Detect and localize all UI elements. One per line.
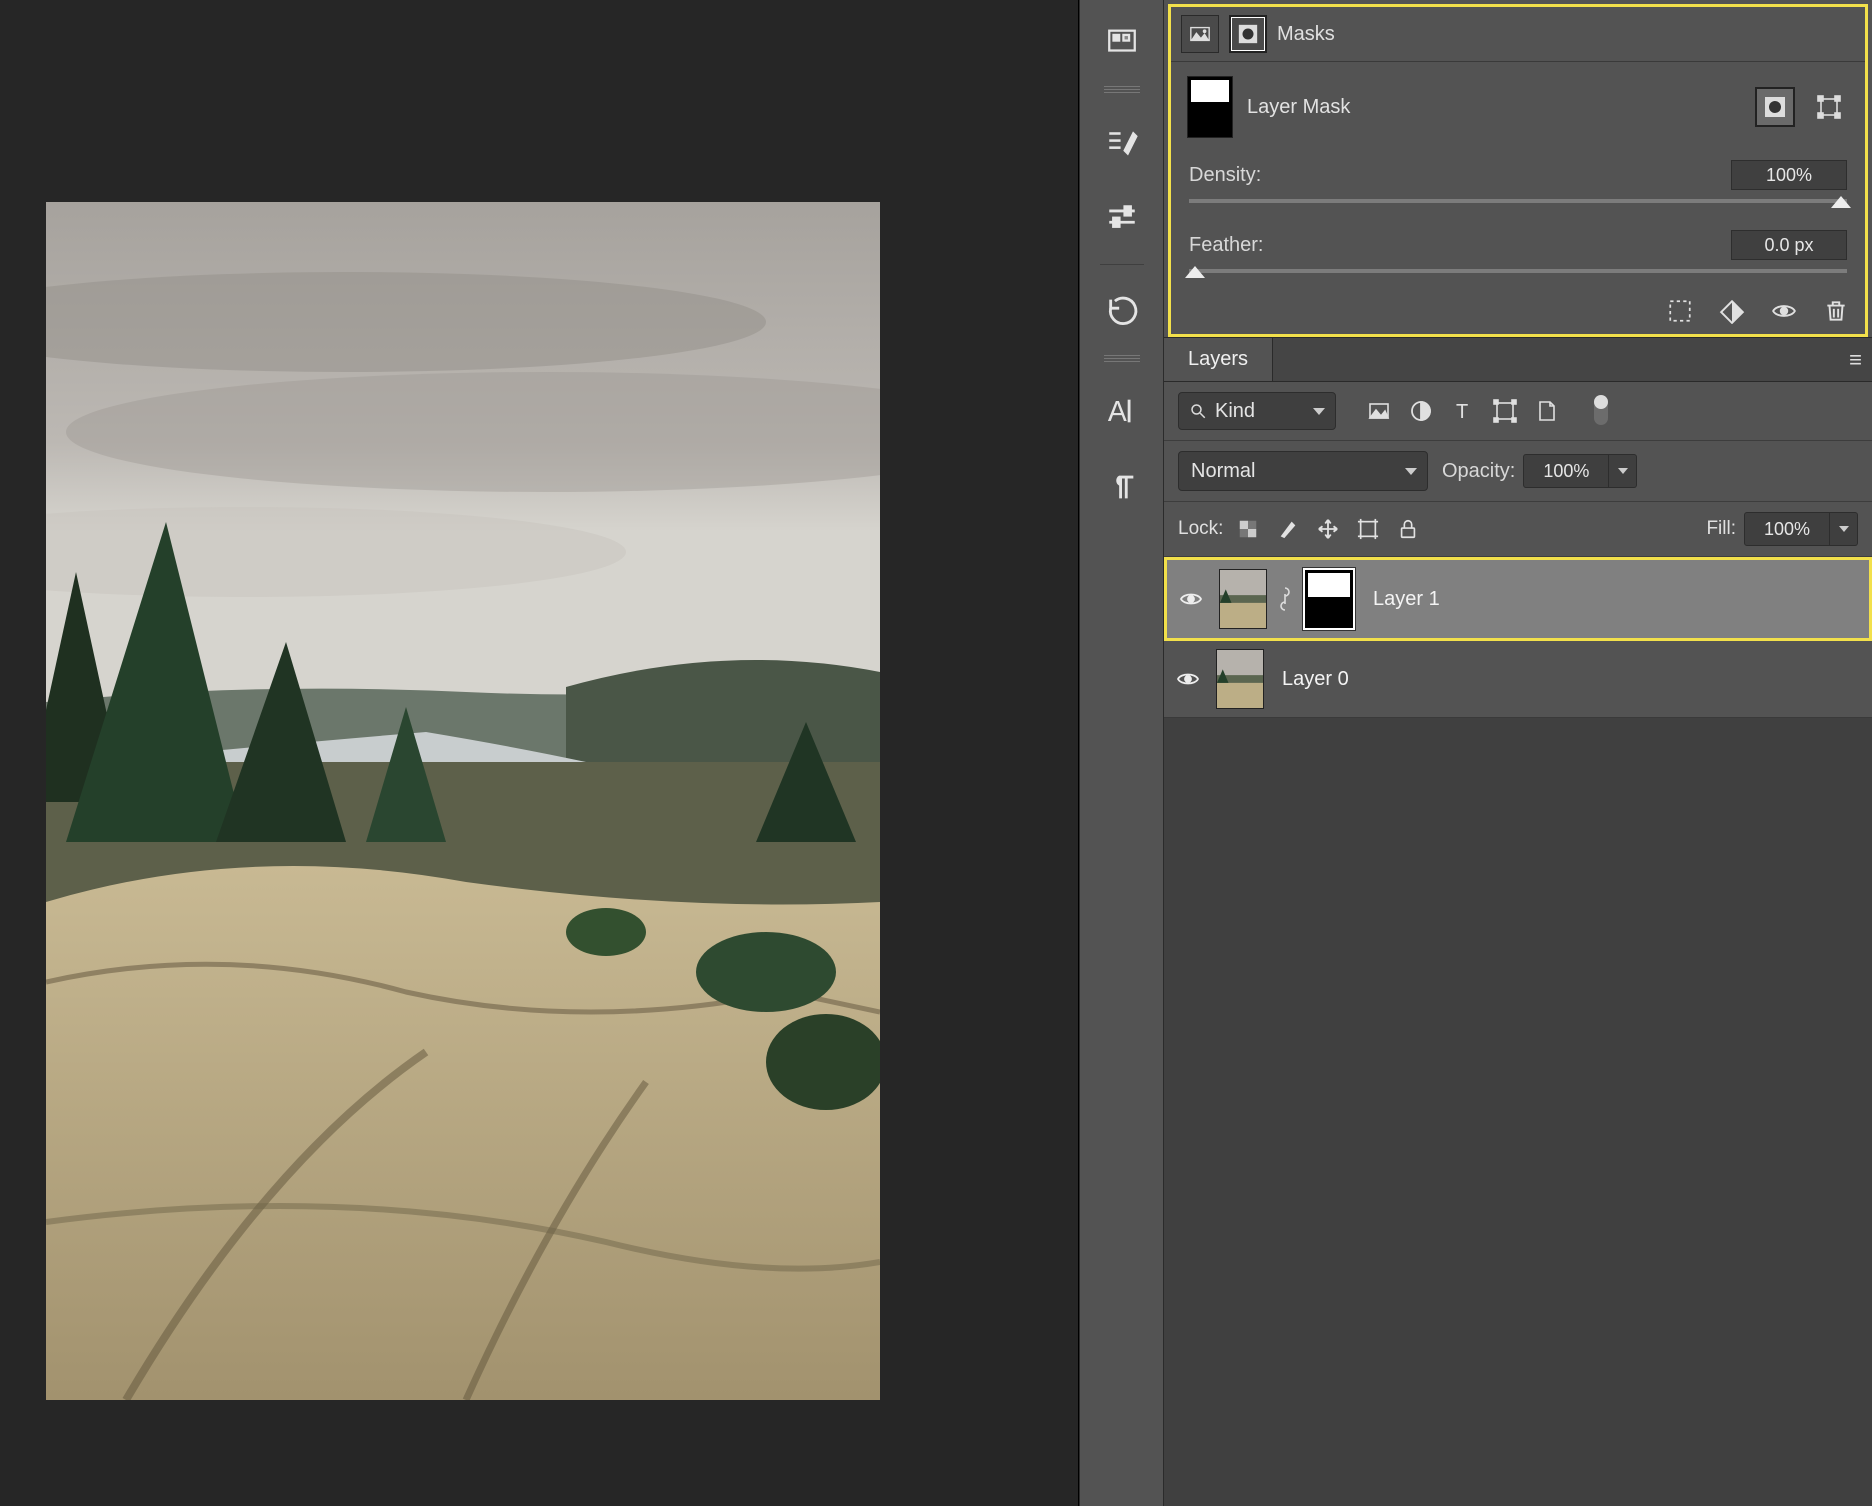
lock-pixels-icon[interactable] (1275, 516, 1301, 542)
layer-visibility-toggle[interactable] (1177, 585, 1205, 613)
fill-input[interactable] (1744, 512, 1830, 546)
filter-shape-icon[interactable] (1492, 398, 1518, 424)
fill-label: Fill: (1706, 518, 1736, 540)
panel-drag-handle[interactable] (1100, 86, 1144, 94)
filter-adjustment-icon[interactable] (1408, 398, 1434, 424)
filter-kind-label: Kind (1215, 400, 1255, 423)
masks-title: Masks (1277, 23, 1335, 46)
svg-text:T: T (1456, 401, 1468, 423)
blend-mode-select[interactable]: Normal (1178, 451, 1428, 491)
lock-label: Lock: (1178, 518, 1223, 540)
filter-smartobject-icon[interactable] (1534, 398, 1560, 424)
lock-artboard-icon[interactable] (1355, 516, 1381, 542)
masks-properties-panel: Masks Layer Mask Density: (1168, 4, 1868, 337)
layer-list: Layer 1 Layer 0 (1164, 557, 1872, 1506)
vector-mask-mode[interactable] (1229, 15, 1267, 53)
layer-mask-link-icon[interactable] (1277, 584, 1293, 614)
filter-type-icon[interactable]: T (1450, 398, 1476, 424)
lock-transparency-icon[interactable] (1235, 516, 1261, 542)
filter-toggle[interactable] (1594, 397, 1608, 425)
fill-dropdown[interactable] (1830, 512, 1858, 546)
layer-mask-label: Layer Mask (1247, 96, 1350, 119)
layers-tab-bar: Layers ≡ (1164, 337, 1872, 382)
svg-text:A: A (1107, 396, 1126, 428)
layer-name: Layer 0 (1282, 668, 1349, 691)
panel-menu-icon[interactable]: ≡ (1839, 347, 1872, 373)
feather-slider[interactable] (1189, 266, 1847, 284)
adjustments-icon[interactable] (1094, 190, 1150, 246)
layer-thumbnail[interactable] (1216, 649, 1264, 709)
density-input[interactable] (1731, 160, 1847, 190)
list-brush-icon[interactable] (1094, 114, 1150, 170)
panel-drag-handle[interactable] (1100, 355, 1144, 363)
mask-selection-icon[interactable] (1665, 296, 1695, 326)
layer-filter-kind-select[interactable]: Kind (1178, 392, 1336, 430)
layer-item-1[interactable]: Layer 1 (1164, 557, 1872, 641)
add-vector-mask-button[interactable] (1809, 87, 1849, 127)
add-pixel-mask-button[interactable] (1755, 87, 1795, 127)
lock-all-icon[interactable] (1395, 516, 1421, 542)
density-label: Density: (1189, 164, 1261, 187)
layer-item-0[interactable]: Layer 0 (1164, 641, 1872, 718)
mask-invert-icon[interactable] (1717, 296, 1747, 326)
opacity-label: Opacity: (1442, 460, 1515, 483)
layer-visibility-toggle[interactable] (1174, 665, 1202, 693)
blend-mode-label: Normal (1191, 460, 1255, 483)
mask-delete-icon[interactable] (1821, 296, 1851, 326)
paragraph-icon[interactable] (1094, 459, 1150, 515)
layer-thumbnail[interactable] (1219, 569, 1267, 629)
lock-position-icon[interactable] (1315, 516, 1341, 542)
layer-name: Layer 1 (1373, 588, 1440, 611)
layer-mask-thumbnail[interactable] (1187, 76, 1233, 138)
layers-tab[interactable]: Layers (1164, 338, 1273, 381)
opacity-input[interactable] (1523, 454, 1609, 488)
document-image (46, 202, 880, 1400)
pixel-mask-mode[interactable] (1181, 15, 1219, 53)
layer-mask-thumbnail[interactable] (1303, 568, 1355, 630)
mask-visibility-icon[interactable] (1769, 296, 1799, 326)
filter-pixel-icon[interactable] (1366, 398, 1392, 424)
feather-input[interactable] (1731, 230, 1847, 260)
character-icon[interactable]: A (1094, 383, 1150, 439)
opacity-dropdown[interactable] (1609, 454, 1637, 488)
feather-label: Feather: (1189, 234, 1263, 257)
history-icon[interactable] (1094, 283, 1150, 339)
density-slider[interactable] (1189, 196, 1847, 214)
swatches-icon[interactable] (1094, 14, 1150, 70)
mini-panel-strip: A (1079, 0, 1164, 1506)
canvas-area[interactable] (0, 0, 1078, 1506)
